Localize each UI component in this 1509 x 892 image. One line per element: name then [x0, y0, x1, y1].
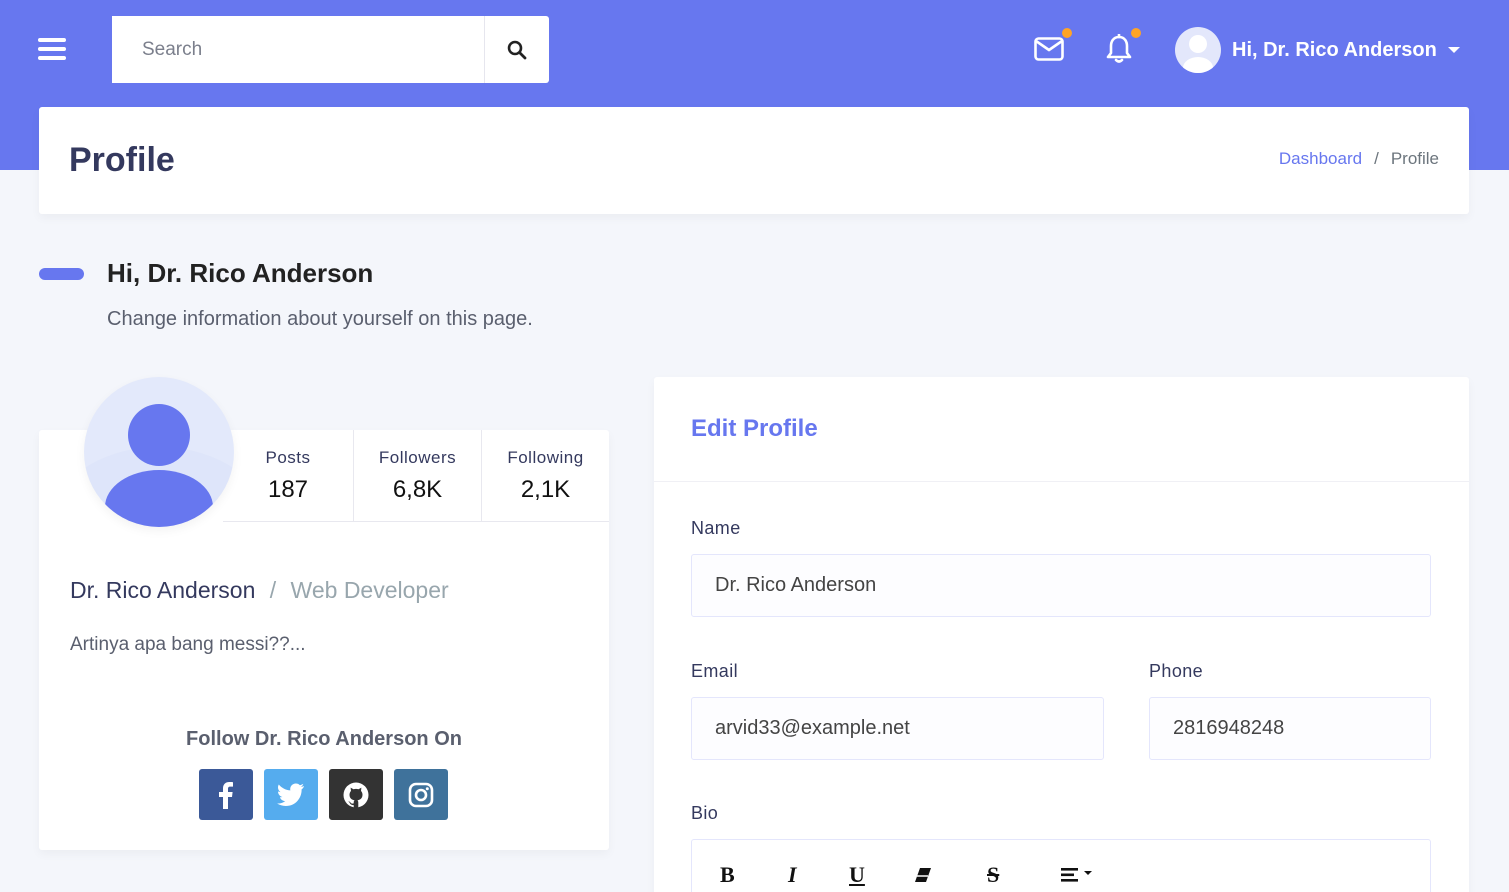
stat-following: Following 2,1K: [481, 430, 609, 521]
eraser-button[interactable]: [914, 860, 932, 890]
envelope-icon: [1034, 37, 1064, 61]
user-icon: [84, 404, 234, 527]
align-dropdown-button[interactable]: [1060, 860, 1096, 890]
greeting-title: Hi, Dr. Rico Anderson: [107, 258, 374, 288]
navbar: Hi, Dr. Rico Anderson: [0, 0, 1509, 100]
card-divider: [654, 481, 1469, 482]
bio-label: Bio: [691, 803, 719, 823]
edit-profile-card: Edit Profile Name Email Phone Bio B I U …: [654, 377, 1469, 892]
facebook-button[interactable]: [199, 769, 253, 820]
github-button[interactable]: [329, 769, 383, 820]
profile-name-line: Dr. Rico Anderson / Web Developer: [70, 577, 449, 604]
italic-icon: I: [788, 862, 797, 887]
stat-value: 2,1K: [520, 476, 571, 503]
email-label: Email: [691, 661, 739, 681]
align-left-icon: [1061, 868, 1092, 882]
profile-name-separator: /: [269, 577, 277, 603]
profile-bio: Artinya apa bang messi??...: [70, 634, 306, 655]
italic-button[interactable]: I: [788, 860, 797, 890]
strikethrough-icon: S: [987, 862, 1000, 887]
section-header: Profile Dashboard / Profile: [39, 107, 1469, 214]
bell-icon: [1106, 34, 1132, 63]
hamburger-icon[interactable]: [38, 38, 66, 62]
social-links: [199, 769, 448, 820]
stat-posts: Posts 187: [223, 430, 353, 521]
stat-label: Followers: [378, 448, 457, 467]
stat-followers: Followers 6,8K: [353, 430, 481, 521]
user-dropdown[interactable]: Hi, Dr. Rico Anderson: [1175, 27, 1460, 73]
underline-icon: U: [849, 862, 865, 887]
bold-icon: B: [720, 862, 735, 887]
instagram-icon: [408, 782, 434, 807]
facebook-icon: [219, 781, 233, 809]
greeting-subtitle: Change information about yourself on thi…: [107, 308, 533, 330]
phone-label: Phone: [1149, 661, 1204, 681]
profile-name: Dr. Rico Anderson: [70, 577, 256, 603]
stat-value: 187: [267, 476, 309, 503]
underline-button[interactable]: U: [849, 860, 865, 890]
avatar: [1175, 27, 1221, 73]
search-button[interactable]: [485, 16, 549, 83]
notification-indicator-dot: [1131, 28, 1141, 38]
name-field[interactable]: [691, 554, 1431, 617]
instagram-button[interactable]: [394, 769, 448, 820]
strikethrough-button[interactable]: S: [987, 860, 999, 890]
twitter-icon: [277, 783, 304, 806]
messages-button[interactable]: [1032, 28, 1072, 66]
search-input[interactable]: [112, 16, 485, 83]
follow-title: Follow Dr. Rico Anderson On: [186, 728, 462, 750]
search-form: [112, 16, 549, 83]
chevron-down-icon: [1447, 47, 1460, 53]
breadcrumb-current: Profile: [1390, 149, 1439, 168]
bio-editor-toolbar: B I U S: [691, 839, 1431, 892]
stat-label: Posts: [265, 448, 311, 467]
search-icon: [507, 40, 527, 59]
notifications-button[interactable]: [1102, 28, 1141, 66]
eraser-icon: [915, 868, 931, 882]
name-label: Name: [691, 518, 741, 538]
phone-field[interactable]: [1149, 697, 1431, 760]
edit-profile-title: Edit Profile: [691, 415, 818, 442]
profile-avatar: [84, 377, 234, 527]
greeting-accent-bar: [39, 268, 84, 280]
page-title: Profile: [69, 141, 175, 179]
breadcrumb-dashboard[interactable]: Dashboard: [1279, 149, 1362, 169]
email-field[interactable]: [691, 697, 1104, 760]
breadcrumb: Dashboard / Profile: [1279, 149, 1439, 169]
breadcrumb-separator: /: [1374, 149, 1379, 168]
profile-stats: Posts 187 Followers 6,8K Following 2,1K: [223, 430, 609, 522]
stat-value: 6,8K: [392, 476, 443, 503]
github-icon: [343, 782, 369, 808]
user-greeting: Hi, Dr. Rico Anderson: [1232, 38, 1437, 61]
profile-job: Web Developer: [290, 577, 449, 603]
message-indicator-dot: [1062, 28, 1072, 38]
stat-label: Following: [507, 448, 584, 467]
twitter-button[interactable]: [264, 769, 318, 820]
bold-button[interactable]: B: [720, 860, 735, 890]
user-icon: [1183, 35, 1213, 73]
